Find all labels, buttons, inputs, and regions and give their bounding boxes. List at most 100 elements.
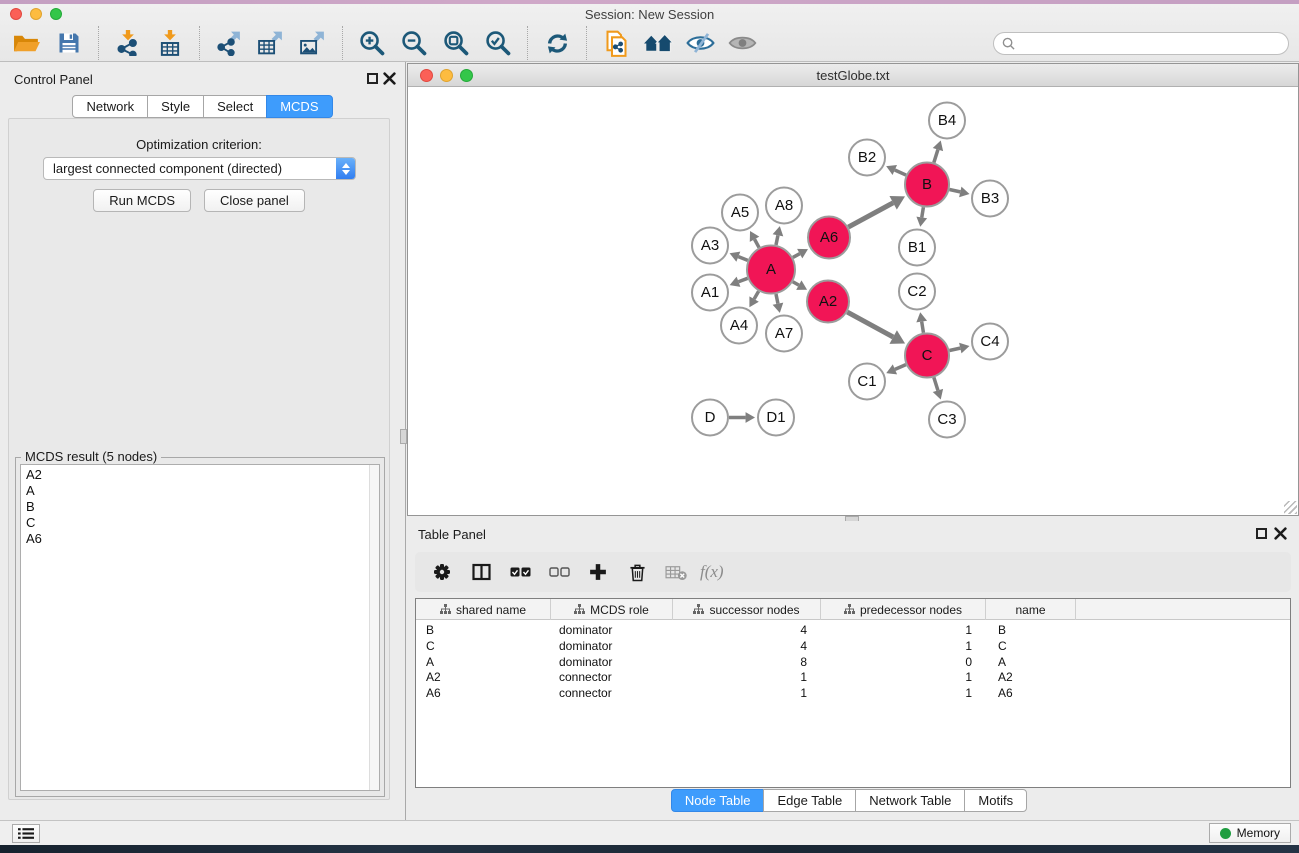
result-item[interactable]: C bbox=[26, 515, 379, 531]
criterion-dropdown[interactable]: largest connected component (directed) bbox=[43, 157, 356, 180]
graph-edge-A-A3[interactable] bbox=[738, 257, 747, 261]
table-cell: 1 bbox=[673, 670, 821, 685]
tab-node-table[interactable]: Node Table bbox=[671, 789, 765, 812]
graph-edge-B-B4[interactable] bbox=[934, 150, 938, 163]
graph-edge-A2-C[interactable] bbox=[847, 312, 893, 337]
edge-arrowhead bbox=[959, 187, 969, 198]
toolbar-separator bbox=[586, 26, 587, 60]
tab-select[interactable]: Select bbox=[203, 95, 267, 118]
search-field[interactable] bbox=[993, 32, 1289, 55]
table-cell: 1 bbox=[821, 639, 986, 654]
toolbar-separator bbox=[98, 26, 99, 60]
graph-edge-B-B1[interactable] bbox=[922, 207, 924, 217]
vertical-split-handle[interactable] bbox=[400, 429, 407, 444]
result-item[interactable]: A bbox=[26, 483, 379, 499]
tab-edge-table[interactable]: Edge Table bbox=[763, 789, 856, 812]
delete-table-button[interactable] bbox=[661, 557, 691, 587]
resize-grip[interactable] bbox=[1284, 501, 1297, 514]
close-panel-icon[interactable] bbox=[383, 72, 396, 85]
plus-icon bbox=[589, 563, 607, 581]
graph-edge-C-C4[interactable] bbox=[949, 348, 960, 350]
result-item[interactable]: A2 bbox=[26, 467, 379, 483]
graph-edge-A-A8[interactable] bbox=[776, 235, 778, 245]
export-network-button[interactable] bbox=[213, 27, 245, 59]
graph-edge-A-A6[interactable] bbox=[793, 254, 800, 258]
select-all-button[interactable] bbox=[505, 557, 535, 587]
checked-boxes-icon bbox=[510, 566, 531, 578]
add-column-button[interactable] bbox=[583, 557, 613, 587]
result-item[interactable]: A6 bbox=[26, 531, 379, 547]
graph-edge-A-A2[interactable] bbox=[793, 282, 799, 285]
tab-mcds[interactable]: MCDS bbox=[266, 95, 332, 118]
float-panel-icon[interactable] bbox=[367, 73, 378, 84]
column-header-name[interactable]: name bbox=[986, 599, 1076, 620]
table-row[interactable]: A2connector11A2 bbox=[416, 670, 1290, 686]
criterion-value: largest connected component (directed) bbox=[44, 161, 336, 176]
column-header-predecessor-nodes[interactable]: predecessor nodes bbox=[821, 599, 986, 620]
zoom-in-button[interactable] bbox=[356, 27, 388, 59]
graph-edge-B-B2[interactable] bbox=[895, 170, 906, 175]
table-row[interactable]: A6connector11A6 bbox=[416, 686, 1290, 702]
network-view-window: testGlobe.txt AA1A2A3A4A5A6A7A8BB1B2B3B4… bbox=[407, 63, 1299, 516]
tab-network-table[interactable]: Network Table bbox=[855, 789, 965, 812]
search-input[interactable] bbox=[1020, 36, 1280, 50]
delete-column-button[interactable] bbox=[622, 557, 652, 587]
save-session-button[interactable] bbox=[53, 27, 85, 59]
close-panel-button[interactable]: Close panel bbox=[204, 189, 305, 212]
refresh-layout-button[interactable] bbox=[541, 27, 573, 59]
table-panel: Table Panel bbox=[407, 521, 1299, 820]
result-item[interactable]: B bbox=[26, 499, 379, 515]
graph-edge-A-A1[interactable] bbox=[738, 278, 747, 281]
table-cell: A bbox=[416, 655, 551, 670]
column-header-mcds-role[interactable]: MCDS role bbox=[551, 599, 673, 620]
graph-edge-B-B3[interactable] bbox=[949, 189, 960, 191]
table-settings-button[interactable] bbox=[427, 557, 457, 587]
eye-icon bbox=[728, 33, 757, 53]
table-row[interactable]: Cdominator41C bbox=[416, 639, 1290, 655]
import-network-button[interactable] bbox=[112, 27, 144, 59]
edge-arrowhead bbox=[746, 412, 755, 423]
float-table-panel-icon[interactable] bbox=[1256, 528, 1267, 539]
function-builder-button[interactable]: f(x) bbox=[700, 557, 724, 587]
edge-arrowhead bbox=[773, 226, 784, 236]
graph-edge-C-C3[interactable] bbox=[934, 377, 938, 390]
open-session-button[interactable] bbox=[11, 27, 43, 59]
close-table-panel-icon[interactable] bbox=[1274, 527, 1287, 540]
export-table-button[interactable] bbox=[255, 27, 287, 59]
graph-edge-A-A5[interactable] bbox=[755, 239, 760, 247]
graph-edge-A6-B[interactable] bbox=[848, 203, 893, 227]
network-canvas[interactable]: AA1A2A3A4A5A6A7A8BB1B2B3B4CC1C2C3C4DD1 bbox=[408, 87, 1298, 515]
run-mcds-button[interactable]: Run MCDS bbox=[93, 189, 191, 212]
node-table-body: Bdominator41BCdominator41CAdominator80AA… bbox=[416, 620, 1290, 701]
result-scrollbar[interactable] bbox=[369, 465, 379, 790]
zoom-fit-button[interactable] bbox=[440, 27, 472, 59]
table-row[interactable]: Adominator80A bbox=[416, 654, 1290, 670]
table-cell: A2 bbox=[986, 670, 1076, 685]
tab-network[interactable]: Network bbox=[72, 95, 148, 118]
show-panels-button[interactable] bbox=[726, 27, 758, 59]
desktop-wallpaper-bottom bbox=[0, 845, 1299, 853]
task-history-button[interactable] bbox=[12, 824, 40, 843]
tab-motifs[interactable]: Motifs bbox=[964, 789, 1027, 812]
import-table-button[interactable] bbox=[154, 27, 186, 59]
duplicate-network-button[interactable] bbox=[600, 27, 632, 59]
column-header-successor-nodes[interactable]: successor nodes bbox=[673, 599, 821, 620]
table-cell: 4 bbox=[673, 623, 821, 638]
graph-edge-C-C2[interactable] bbox=[922, 322, 924, 333]
column-header-shared-name[interactable]: shared name bbox=[416, 599, 551, 620]
graph-edge-A-A4[interactable] bbox=[754, 291, 758, 299]
column-view-button[interactable] bbox=[466, 557, 496, 587]
deselect-all-button[interactable] bbox=[544, 557, 574, 587]
export-image-button[interactable] bbox=[297, 27, 329, 59]
memory-button[interactable]: Memory bbox=[1209, 823, 1291, 843]
graph-edge-A-A7[interactable] bbox=[776, 294, 778, 304]
open-folder-icon bbox=[13, 31, 41, 55]
zoom-out-button[interactable] bbox=[398, 27, 430, 59]
tab-style[interactable]: Style bbox=[147, 95, 204, 118]
home-view-button[interactable] bbox=[642, 27, 674, 59]
graph-edge-C-C1[interactable] bbox=[895, 365, 906, 370]
hide-panels-button[interactable] bbox=[684, 27, 716, 59]
network-titlebar[interactable]: testGlobe.txt bbox=[408, 64, 1298, 87]
zoom-selected-button[interactable] bbox=[482, 27, 514, 59]
table-row[interactable]: Bdominator41B bbox=[416, 623, 1290, 639]
